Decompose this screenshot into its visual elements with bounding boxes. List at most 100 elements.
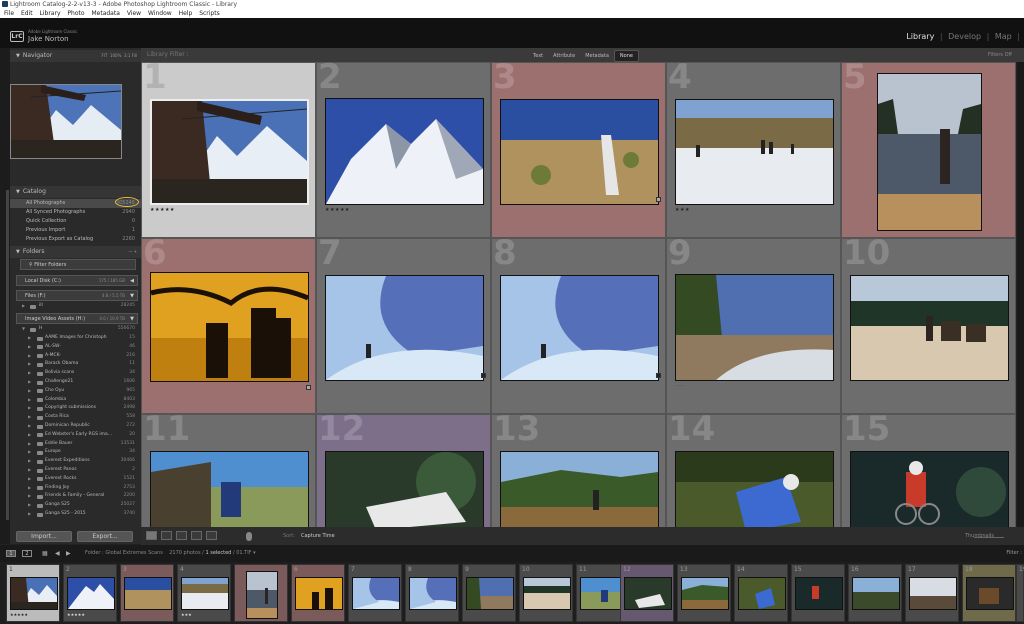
menu-scripts[interactable]: Scripts bbox=[199, 9, 220, 18]
module-library[interactable]: Library bbox=[906, 32, 934, 41]
folder-row[interactable]: ▶ ill 28245 bbox=[10, 302, 141, 311]
grid-cell[interactable]: 2 ★★★★★ bbox=[316, 62, 491, 238]
menu-view[interactable]: View bbox=[127, 9, 141, 18]
photo-thumbnail[interactable] bbox=[850, 275, 1009, 381]
filmstrip-thumbnail[interactable] bbox=[466, 577, 514, 610]
catalog-item-quick-collection[interactable]: Quick Collection 0 bbox=[10, 217, 141, 226]
filmstrip-cell[interactable]: 14 bbox=[734, 564, 788, 622]
folder-row[interactable]: ▶ Bolivia scans 34 bbox=[10, 369, 141, 378]
folder-row[interactable]: ▶ A-MCK- 216 bbox=[10, 352, 141, 361]
filmstrip-thumbnail[interactable] bbox=[738, 577, 786, 610]
folder-row[interactable]: ▶ Ganga S25 25027 bbox=[10, 501, 141, 510]
sort-dropdown[interactable]: Capture Time bbox=[301, 527, 335, 545]
thumbnail-size-slider[interactable] bbox=[974, 537, 1004, 538]
catalog-item-synced[interactable]: All Synced Photographs 2940 bbox=[10, 208, 141, 217]
grid-view-icon[interactable] bbox=[146, 531, 157, 540]
photo-thumbnail[interactable] bbox=[325, 98, 484, 205]
filmstrip-cell[interactable]: 1 ★★★★★ bbox=[6, 564, 60, 622]
filmstrip-thumbnail[interactable] bbox=[352, 577, 400, 610]
filmstrip-thumbnail[interactable] bbox=[966, 577, 1014, 610]
filmstrip-source[interactable]: Folder : Global Extremes Scans 2170 phot… bbox=[85, 545, 256, 562]
star-rating[interactable]: ★★★★★ bbox=[325, 207, 350, 213]
grid-cell[interactable]: 12 bbox=[316, 409, 491, 527]
photo-thumbnail[interactable] bbox=[675, 274, 834, 381]
forward-arrow-icon[interactable]: ▶ bbox=[66, 545, 71, 562]
filmstrip-cell[interactable]: 12 bbox=[620, 564, 674, 622]
filmstrip-thumbnail[interactable] bbox=[295, 577, 343, 610]
grid-icon[interactable]: ▦ bbox=[42, 545, 48, 562]
zoom-fill[interactable]: 3:1 Fill bbox=[124, 53, 137, 58]
secondary-display-button[interactable]: 2 bbox=[22, 550, 32, 557]
volume-image-video-assets-h[interactable]: Image Video Assets (H:) 4.0 / 10.9 TB ▼ bbox=[16, 313, 138, 324]
filmstrip-cell[interactable]: 10 bbox=[519, 564, 573, 622]
folders-header[interactable]: ▼ Folders — + bbox=[10, 246, 141, 258]
photo-thumbnail[interactable] bbox=[500, 451, 659, 527]
photo-thumbnail[interactable] bbox=[150, 99, 309, 205]
expand-triangle-icon[interactable]: ▶ bbox=[28, 343, 31, 352]
grid-cell[interactable]: 9 ····· bbox=[666, 233, 841, 414]
filmstrip-thumbnail[interactable] bbox=[852, 577, 900, 610]
expand-triangle-icon[interactable]: ▶ bbox=[28, 404, 31, 413]
expand-triangle-icon[interactable]: ▶ bbox=[28, 369, 31, 378]
filmstrip-cell[interactable]: 15 bbox=[791, 564, 845, 622]
folder-row[interactable]: ▶ Barack Obama 11 bbox=[10, 360, 141, 369]
folder-row[interactable]: ▶ Finding Joy 2753 bbox=[10, 484, 141, 493]
filmstrip-thumbnail[interactable] bbox=[409, 577, 457, 610]
expand-triangle-icon[interactable]: ▶ bbox=[28, 457, 31, 466]
filter-tab-metadata[interactable]: Metadata bbox=[580, 51, 614, 61]
expand-triangle-icon[interactable]: ▶ bbox=[28, 396, 31, 405]
filmstrip-cell[interactable]: 7 bbox=[348, 564, 402, 622]
expand-triangle-icon[interactable]: ▶ bbox=[28, 492, 31, 501]
star-rating[interactable]: ★★★ bbox=[675, 207, 690, 213]
filmstrip-cell[interactable]: 8 bbox=[405, 564, 459, 622]
catalog-item-previous-export[interactable]: Previous Export as Catalog 2260 bbox=[10, 235, 141, 244]
expand-triangle-icon[interactable]: ▶ bbox=[28, 352, 31, 361]
photo-thumbnail[interactable] bbox=[500, 275, 659, 381]
folder-row[interactable]: ▶ Everest Expeditions 30466 bbox=[10, 457, 141, 466]
photo-thumbnail[interactable] bbox=[850, 451, 1009, 527]
expand-triangle-icon[interactable]: ▶ bbox=[28, 448, 31, 457]
expand-triangle-icon[interactable]: ▶ bbox=[28, 334, 31, 343]
grid-cell[interactable]: 13 bbox=[491, 409, 666, 527]
grid-cell[interactable]: 6 bbox=[141, 233, 316, 414]
zoom-fit[interactable]: FIT bbox=[101, 53, 107, 58]
filmstrip-cell[interactable]: 13 bbox=[677, 564, 731, 622]
grid-cell[interactable]: 1 ★★★★★ bbox=[141, 62, 316, 238]
painter-spray-can-icon[interactable] bbox=[246, 532, 252, 541]
expand-triangle-icon[interactable]: ▶ bbox=[28, 387, 31, 396]
filmstrip-thumbnail[interactable] bbox=[681, 577, 729, 610]
menu-window[interactable]: Window bbox=[148, 9, 172, 18]
folder-row[interactable]: ▶ Cho Oyu 965 bbox=[10, 387, 141, 396]
import-button[interactable]: Import... bbox=[16, 531, 72, 542]
expand-arrow-icon[interactable]: ▼ bbox=[130, 291, 134, 301]
filters-off-dropdown[interactable]: Filters Off bbox=[988, 48, 1012, 62]
filmstrip-cell[interactable]: 18 bbox=[962, 564, 1016, 622]
filmstrip-cell[interactable] bbox=[234, 564, 288, 622]
folder-row[interactable]: ▶ Ganga S25 - 2015 3740 bbox=[10, 510, 141, 519]
filmstrip-thumbnail[interactable] bbox=[10, 577, 58, 610]
menu-help[interactable]: Help bbox=[179, 9, 193, 18]
expand-triangle-icon[interactable]: ▶ bbox=[28, 378, 31, 387]
back-arrow-icon[interactable]: ◀ bbox=[55, 545, 60, 562]
menu-file[interactable]: File bbox=[4, 9, 14, 18]
navigator-zoom-options[interactable]: FIT 100% 3:1 Fill bbox=[101, 50, 137, 62]
filmstrip-cell[interactable]: 16 bbox=[848, 564, 902, 622]
expand-triangle-icon[interactable]: ▶ bbox=[28, 484, 31, 493]
volume-local-disk-c[interactable]: Local Disk (C:) 175 / 185 GB ◀ bbox=[16, 275, 138, 286]
expand-triangle-icon[interactable]: ▶ bbox=[28, 440, 31, 449]
survey-view-icon[interactable] bbox=[191, 531, 202, 540]
grid-cell[interactable]: 8 bbox=[491, 233, 666, 414]
navigator-preview[interactable] bbox=[10, 84, 122, 159]
navigator-header[interactable]: ▼ Navigator FIT 100% 3:1 Fill bbox=[10, 50, 141, 62]
photo-thumbnail[interactable] bbox=[325, 451, 484, 527]
grid-cell[interactable]: 11 bbox=[141, 409, 316, 527]
folder-row[interactable]: ▶ Challenge21 1606 bbox=[10, 378, 141, 387]
folder-row[interactable]: ▶ Eddie Bauer 13531 bbox=[10, 440, 141, 449]
module-map[interactable]: Map bbox=[995, 32, 1012, 41]
expand-arrow-icon[interactable]: ▼ bbox=[130, 314, 134, 324]
filter-tab-text[interactable]: Text bbox=[528, 51, 548, 61]
filmstrip-thumbnail[interactable] bbox=[909, 577, 957, 610]
photo-thumbnail[interactable] bbox=[150, 272, 309, 382]
menu-library[interactable]: Library bbox=[40, 9, 61, 18]
grid-cell[interactable]: 4 ★★★ bbox=[666, 62, 841, 238]
